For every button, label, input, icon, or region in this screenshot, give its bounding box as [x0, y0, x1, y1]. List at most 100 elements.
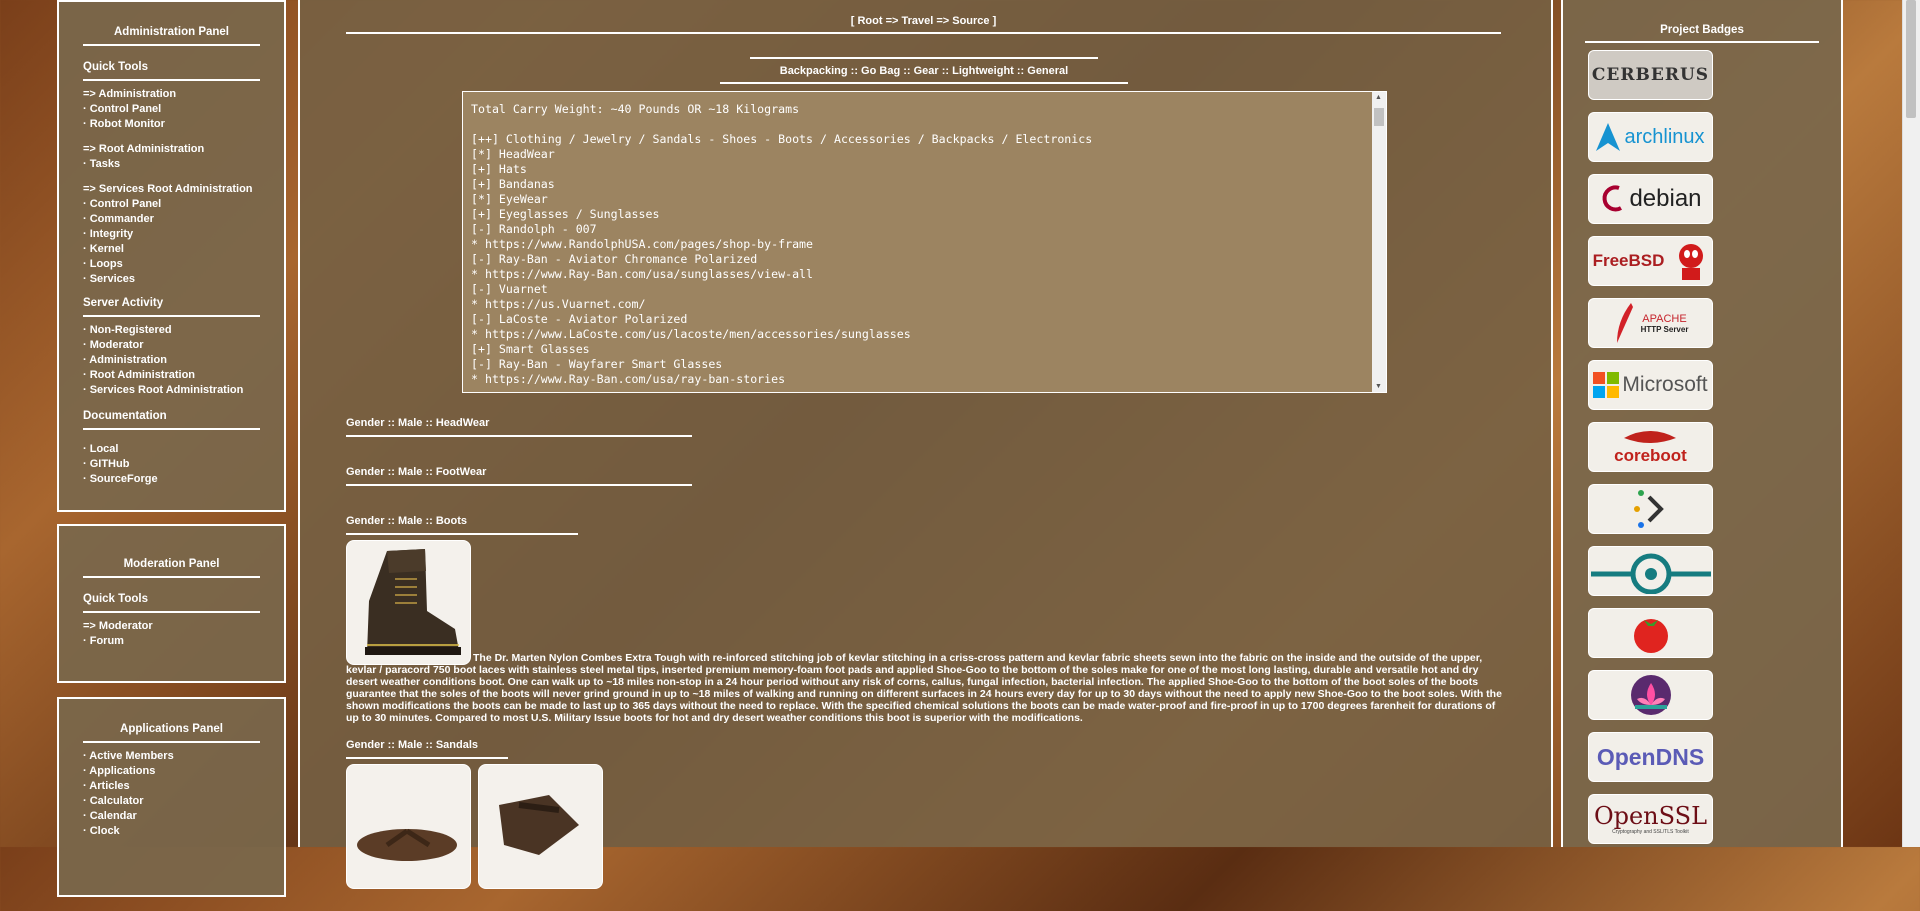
link-activity-administration[interactable]: · Administration [83, 353, 260, 368]
link-administration[interactable]: => Administration [83, 87, 260, 102]
link-services-root-administration[interactable]: => Services Root Administration [83, 182, 260, 197]
cerberus-badge[interactable]: CERBERUS [1588, 50, 1713, 100]
link-services[interactable]: · Services [83, 272, 260, 287]
link-calculator[interactable]: · Calculator [83, 794, 260, 809]
link-kernel[interactable]: · Kernel [83, 242, 260, 257]
debian-logo-icon [1603, 185, 1623, 212]
lotus-logo-icon [1630, 675, 1671, 715]
apache-logo-icon [1616, 303, 1633, 343]
archlinux-label: archlinux [1624, 125, 1705, 148]
debian-label: debian [1629, 185, 1702, 212]
link-github[interactable]: · GITHub [83, 457, 260, 472]
link-non-registered[interactable]: · Non-Registered [83, 323, 260, 338]
gear-list-line: [+] Bandanas [471, 177, 555, 191]
category-divider [750, 57, 1098, 59]
link-services-control-panel[interactable]: · Control Panel [83, 197, 260, 212]
left-column: Administration Panel Quick Tools => Admi… [57, 0, 286, 911]
terminal-dots-logo-icon [1633, 490, 1664, 528]
gear-list-text: Total Carry Weight: ~40 Pounds OR ~18 Ki… [463, 92, 1386, 387]
openssl-label: OpenSSL [1593, 802, 1708, 830]
section-sandals: Gender :: Male :: Sandals [346, 739, 508, 759]
link-loops[interactable]: · Loops [83, 257, 260, 272]
gear-list-line: Total Carry Weight: ~40 Pounds OR ~18 Ki… [471, 102, 800, 116]
gear-list-line: [-] Randolph - 007 [471, 222, 597, 236]
gear-list-line [471, 117, 1364, 132]
link-commander[interactable]: · Commander [83, 212, 260, 227]
freebsd-logo-icon [1679, 244, 1704, 280]
apache-label: APACHE [1642, 312, 1687, 325]
gear-list-line: [-] Ray-Ban - Wayfarer Smart Glasses [471, 357, 723, 371]
terminal-dots-badge[interactable] [1588, 484, 1713, 534]
gear-list-line: [-] Vuarnet [471, 282, 548, 296]
archlinux-logo-icon [1596, 123, 1621, 151]
link-local[interactable]: · Local [83, 442, 260, 457]
coreboot-badge[interactable]: coreboot [1588, 422, 1713, 472]
cerberus-logo-icon: CERBERUS [1591, 65, 1710, 85]
textbox-scrollbar[interactable]: ▲ ▼ [1372, 92, 1386, 392]
opendns-badge[interactable]: OpenDNS [1588, 732, 1713, 782]
link-activity-root-administration[interactable]: · Root Administration [83, 368, 260, 383]
link-integrity[interactable]: · Integrity [83, 227, 260, 242]
debian-badge[interactable]: debian [1588, 174, 1713, 224]
lineage-logo-icon [1590, 553, 1711, 594]
openssl-sublabel: Cryptography and SSL/TLS Toolkit [1612, 829, 1689, 835]
textbox-scroll-thumb[interactable] [1374, 108, 1384, 126]
section-headwear: Gender :: Male :: HeadWear [346, 417, 692, 437]
link-moderator[interactable]: => Moderator [83, 619, 260, 634]
microsoft-label: Microsoft [1622, 373, 1708, 396]
boots-photo[interactable] [346, 540, 471, 665]
section-boots: Gender :: Male :: Boots [346, 515, 578, 535]
quick-tools-title: Quick Tools [83, 61, 260, 81]
apache-badge[interactable]: APACHE HTTP Server [1588, 298, 1713, 348]
gear-list-line: [++] Clothing / Jewelry / Sandals - Shoe… [471, 132, 1093, 146]
lotus-badge[interactable] [1588, 670, 1713, 720]
archlinux-badge[interactable]: archlinux [1588, 112, 1713, 162]
administration-panel: Administration Panel Quick Tools => Admi… [57, 0, 286, 512]
link-control-panel[interactable]: · Control Panel [83, 102, 260, 117]
gear-list-line: * https://www.Ray-Ban.com/usa/ray-ban-st… [471, 372, 786, 386]
moderation-panel: Moderation Panel Quick Tools => Moderato… [57, 524, 286, 683]
link-activity-services-root[interactable]: · Services Root Administration [83, 383, 260, 398]
link-forum[interactable]: · Forum [83, 634, 260, 649]
project-badges-title: Project Badges [1585, 24, 1819, 43]
gear-list-line: * https://www.LaCoste.com/us/lacoste/men… [471, 327, 911, 341]
link-robot-monitor[interactable]: · Robot Monitor [83, 117, 260, 132]
applications-panel: Applications Panel · Active Members · Ap… [57, 697, 286, 897]
tomato-badge[interactable] [1588, 608, 1713, 658]
microsoft-logo-icon [1593, 372, 1620, 398]
link-sourceforge[interactable]: · SourceForge [83, 472, 260, 487]
microsoft-badge[interactable]: Microsoft [1588, 360, 1713, 410]
gear-list-line: * https://www.Ray-Ban.com/usa/sunglasses… [471, 267, 814, 281]
freebsd-badge[interactable]: FreeBSD [1588, 236, 1713, 286]
tomato-logo-icon [1633, 619, 1668, 653]
link-articles[interactable]: · Articles [83, 779, 260, 794]
gear-list-line: [+] Smart Glasses [471, 342, 590, 356]
opendns-label: OpenDNS [1596, 743, 1705, 770]
coreboot-logo-group: coreboot [1614, 428, 1687, 466]
lineage-badge[interactable] [1588, 546, 1713, 596]
openssl-badge[interactable]: OpenSSL Cryptography and SSL/TLS Toolkit [1588, 794, 1713, 844]
page-scrollbar[interactable] [1902, 0, 1920, 847]
sandal-photo-2[interactable] [478, 764, 603, 889]
coreboot-logo-icon [1624, 431, 1677, 443]
link-active-members[interactable]: · Active Members [83, 749, 260, 764]
boots-description: The Dr. Marten Nylon Combes Extra Tough … [346, 652, 1502, 724]
link-activity-moderator[interactable]: · Moderator [83, 338, 260, 353]
page-scrollbar-thumb[interactable] [1906, 0, 1916, 118]
link-applications[interactable]: · Applications [83, 764, 260, 779]
gear-list-line: [-] LaCoste - Aviator Polarized [471, 312, 688, 326]
scroll-up-icon[interactable]: ▲ [1375, 94, 1382, 101]
openssl-logo-group: OpenSSL Cryptography and SSL/TLS Toolkit [1594, 803, 1707, 835]
sandal-photo-1[interactable] [346, 764, 471, 889]
coreboot-label: coreboot [1614, 446, 1687, 465]
apache-label-group: APACHE HTTP Server [1641, 313, 1689, 334]
link-root-administration[interactable]: => Root Administration [83, 142, 260, 157]
link-calendar[interactable]: · Calendar [83, 809, 260, 824]
moderation-quick-tools-title: Quick Tools [83, 593, 260, 613]
link-tasks[interactable]: · Tasks [83, 157, 260, 172]
link-clock[interactable]: · Clock [83, 824, 260, 839]
scroll-down-icon[interactable]: ▼ [1375, 383, 1382, 390]
gear-list-textbox[interactable]: Total Carry Weight: ~40 Pounds OR ~18 Ki… [462, 91, 1387, 393]
administration-panel-title: Administration Panel [83, 2, 260, 46]
breadcrumb[interactable]: [ Root => Travel => Source ] [346, 15, 1501, 34]
